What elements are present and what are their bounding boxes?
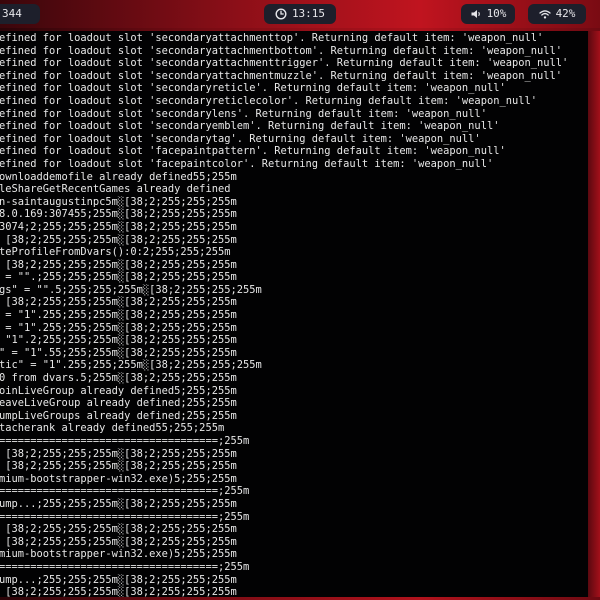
terminal-window[interactable]: efined for loadout slot 'secondaryattach… [0,31,588,597]
terminal-line: efined for loadout slot 'facepaintpatter… [0,145,506,158]
terminal-line: efined for loadout slot 'secondaryattach… [0,44,563,57]
terminal-line: teProfileFromDvars():0:2;255;255;255m [0,246,231,259]
top-status-bar: 344 13:15 10% 42% [0,0,600,28]
terminal-line: ump...;255;255;255m░[38;2;255;255;255m [0,573,237,586]
terminal-line: oinLiveGroup already defined5;255;255m [0,384,237,397]
desktop-screen: 344 13:15 10% 42% efined for loadout slo… [0,0,600,600]
terminal-line: 3074;2;255;255;255m░[38;2;255;255;255m [0,220,237,233]
terminal-line: = "1".255;255;255m░[38;2;255;255;255m [0,321,237,334]
terminal-line: [38;2;255;255;255m░[38;2;255;255;255m [0,447,237,460]
wifi-icon [538,8,551,20]
workspace-label: 344 [2,7,22,20]
terminal-line: efined for loadout slot 'secondarytag'. … [0,132,481,145]
terminal-line: ===================================;255m [0,560,250,573]
terminal-line: [38;2;255;255;255m░[38;2;255;255;255m [0,296,237,309]
terminal-line: ===================================;255m [0,485,250,498]
terminal-line: [38;2;255;255;255m░[38;2;255;255;255m [0,586,237,597]
wifi-widget[interactable]: 42% [528,4,586,24]
clock-text: 13:15 [291,7,326,20]
terminal-line: efined for loadout slot 'secondaryattach… [0,57,569,70]
terminal-line: 8.0.169:307455;255m░[38;2;255;255;255m [0,208,237,221]
terminal-line: eaveLiveGroup already defined;255;255m [0,397,237,410]
terminal-line: efined for loadout slot 'secondaryreticl… [0,94,537,107]
terminal-line: leShareGetRecentGames already defined [0,183,231,196]
terminal-line: ===================================;255m [0,510,250,523]
terminal-line: [38;2;255;255;255m░[38;2;255;255;255m [0,535,237,548]
terminal-line: " = "1".55;255;255m░[38;2;255;255;255m [0,346,237,359]
terminal-line: efined for loadout slot 'secondaryemblem… [0,120,500,133]
terminal-line: efined for loadout slot 'secondaryattach… [0,69,563,82]
terminal-line: [38;2;255;255;255m░[38;2;255;255;255m [0,233,237,246]
clock-icon [275,8,287,20]
terminal-line: tic" = "1".255;255;255m░[38;2;255;255;25… [0,359,262,372]
wifi-text: 42% [555,7,576,20]
terminal-line: ump...;255;255;255m░[38;2;255;255;255m [0,497,237,510]
terminal-line: gs" = "".5;255;255;255m░[38;2;255;255;25… [0,283,262,296]
terminal-output: efined for loadout slot 'secondaryattach… [0,32,588,597]
terminal-line: efined for loadout slot 'secondaryattach… [0,32,544,44]
terminal-line: 0 from dvars.5;255m░[38;2;255;255;255m [0,372,237,385]
desktop-background-edge [588,31,600,597]
terminal-line: = "".;255;255;255m░[38;2;255;255;255m [0,271,237,284]
volume-widget[interactable]: 10% [461,4,515,24]
terminal-line: efined for loadout slot 'facepaintcolor'… [0,157,494,170]
terminal-line: [38;2;255;255;255m░[38;2;255;255;255m [0,523,237,536]
terminal-line: [38;2;255;255;255m░[38;2;255;255;255m [0,258,237,271]
terminal-line: ===================================;255m [0,435,250,447]
terminal-line: ownloaddemofile already defined55;255m [0,170,237,183]
terminal-line: "1".2;255;255;255m░[38;2;255;255;255m [0,334,237,347]
terminal-line: = "1".255;255;255m░[38;2;255;255;255m [0,309,237,322]
terminal-line: efined for loadout slot 'secondarylens'.… [0,107,487,120]
workspace-indicator[interactable]: 344 [0,4,40,24]
terminal-line: efined for loadout slot 'secondaryreticl… [0,82,506,95]
terminal-line: mium-bootstrapper-win32.exe)5;255;255m [0,548,237,561]
terminal-line: umpLiveGroups already defined;255;255m [0,409,237,422]
volume-text: 10% [486,7,507,20]
clock-widget[interactable]: 13:15 [264,4,336,24]
speaker-icon [470,8,482,20]
terminal-line: [38;2;255;255;255m░[38;2;255;255;255m [0,460,237,473]
terminal-line: n-saintaugustinpc5m░[38;2;255;255;255m [0,195,237,208]
terminal-line: tacherank already defined55;255;255m [0,422,225,435]
terminal-line: mium-bootstrapper-win32.exe)5;255;255m [0,472,237,485]
